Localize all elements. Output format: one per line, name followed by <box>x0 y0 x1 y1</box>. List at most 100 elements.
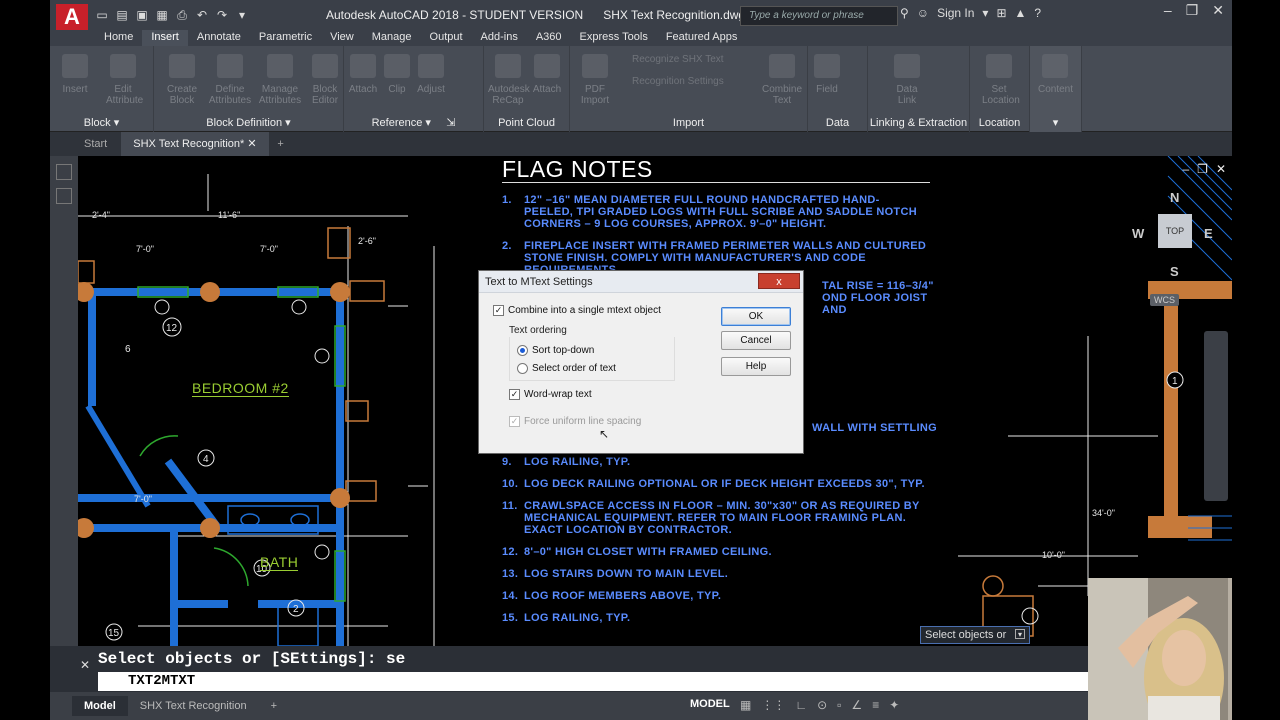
command-input[interactable]: TXT2MTXT <box>98 672 1228 691</box>
open-icon[interactable]: ▤ <box>114 7 130 23</box>
layout-tab-model[interactable]: Model <box>72 696 128 716</box>
tab-start[interactable]: Start <box>72 132 119 156</box>
close-tab-icon[interactable]: ✕ <box>247 138 256 150</box>
edit-attribute-button[interactable]: Edit Attribute <box>106 54 143 106</box>
lineweight-icon[interactable]: ≡ <box>872 698 879 712</box>
tab-output[interactable]: Output <box>421 30 472 46</box>
user-icon[interactable]: ☺ <box>917 6 929 20</box>
attach-button[interactable]: Attach <box>346 54 380 95</box>
combine-text-button[interactable]: Combine Text <box>762 54 802 106</box>
layers-palette-icon[interactable] <box>56 188 72 204</box>
ok-button[interactable]: OK <box>721 307 791 326</box>
attach-point-cloud-button[interactable]: Attach <box>530 54 564 95</box>
word-wrap-checkbox[interactable]: ✓ Word-wrap text <box>509 389 592 400</box>
autodesk-recap-button[interactable]: Autodesk ReCap <box>488 54 530 106</box>
viewport-minimize-icon[interactable]: – <box>1182 162 1189 176</box>
sign-in-link[interactable]: Sign In <box>937 6 974 20</box>
tag-15: 15 <box>108 628 120 639</box>
polar-icon[interactable]: ⊙ <box>817 698 827 712</box>
field-button[interactable]: Field <box>810 54 844 95</box>
customize-qat-icon[interactable]: ▾ <box>234 7 250 23</box>
viewcube-east[interactable]: E <box>1204 226 1213 241</box>
set-location-button[interactable]: Set Location <box>982 54 1020 106</box>
redo-icon[interactable]: ↷ <box>214 7 230 23</box>
webcam-overlay <box>1088 578 1232 720</box>
combine-checkbox[interactable]: ✓ Combine into a single mtext object <box>493 305 661 316</box>
help-icon[interactable]: ? <box>1034 6 1041 20</box>
close-window-icon[interactable]: ✕ <box>1212 2 1224 19</box>
viewcube-north[interactable]: N <box>1170 190 1179 205</box>
recognize-shx-text-button[interactable]: Recognize SHX Text <box>632 54 724 65</box>
tab-add-ins[interactable]: Add-ins <box>472 30 527 46</box>
grid-icon[interactable]: ▦ <box>740 698 751 712</box>
autocad-logo-button[interactable]: A <box>56 4 88 30</box>
data-link-button[interactable]: Data Link <box>890 54 924 106</box>
new-tab-icon[interactable]: + <box>271 132 291 156</box>
tab-insert[interactable]: Insert <box>142 30 188 46</box>
ortho-icon[interactable]: ∟ <box>795 698 807 712</box>
tab-parametric[interactable]: Parametric <box>250 30 321 46</box>
snap-icon[interactable]: ⋮⋮ <box>761 698 785 712</box>
panel-expand[interactable]: ▾ <box>1030 116 1081 129</box>
block-editor-button[interactable]: Block Editor <box>308 54 342 106</box>
properties-palette-icon[interactable] <box>56 164 72 180</box>
viewcube-west[interactable]: W <box>1132 226 1144 241</box>
panel-label-reference[interactable]: Reference ▾ ⇲ <box>344 116 483 129</box>
osnap-icon[interactable]: ▫ <box>837 698 841 712</box>
viewcube-south[interactable]: S <box>1170 264 1179 279</box>
model-space-toggle[interactable]: MODEL <box>690 698 730 710</box>
a360-icon[interactable]: ▲ <box>1015 6 1027 20</box>
viewcube[interactable]: N W E S TOP <box>1128 186 1228 286</box>
cancel-button[interactable]: Cancel <box>721 331 791 350</box>
tab-a360[interactable]: A360 <box>527 30 571 46</box>
panel-label-import: Import <box>672 117 705 129</box>
create-block-button[interactable]: Create Block <box>162 54 202 106</box>
field-icon <box>814 54 840 78</box>
viewport-restore-icon[interactable]: ❐ <box>1197 162 1208 176</box>
insert-block-button[interactable]: Insert <box>58 54 92 95</box>
panel-label-block[interactable]: Block ▾ <box>50 116 153 129</box>
navigation-bar[interactable] <box>1204 331 1228 501</box>
viewcube-top-face[interactable]: TOP <box>1158 214 1192 248</box>
select-order-radio[interactable]: Select order of text <box>517 363 616 374</box>
dim-label: 7'-0" <box>260 244 278 254</box>
recognition-settings-button[interactable]: Recognition Settings <box>632 76 724 87</box>
minimize-icon[interactable]: – <box>1164 2 1172 19</box>
dropdown-icon[interactable]: ▾ <box>982 6 988 20</box>
help-search-input[interactable]: Type a keyword or phrase <box>740 6 898 26</box>
save-icon[interactable]: ▣ <box>134 7 150 23</box>
dialog-close-button[interactable]: x <box>758 273 800 289</box>
undo-icon[interactable]: ↶ <box>194 7 210 23</box>
save-as-icon[interactable]: ▦ <box>154 7 170 23</box>
tab-featured-apps[interactable]: Featured Apps <box>657 30 747 46</box>
tab-express-tools[interactable]: Express Tools <box>571 30 657 46</box>
annotation-scale-icon[interactable]: ✦ <box>889 698 899 712</box>
new-layout-icon[interactable]: + <box>259 696 289 716</box>
tab-manage[interactable]: Manage <box>363 30 421 46</box>
viewport-close-icon[interactable]: ✕ <box>1216 162 1226 176</box>
new-icon[interactable]: ▭ <box>94 7 110 23</box>
manage-attributes-button[interactable]: Manage Attributes <box>258 54 302 106</box>
adjust-button[interactable]: Adjust <box>414 54 448 95</box>
help-button[interactable]: Help <box>721 357 791 376</box>
define-attributes-button[interactable]: Define Attributes <box>208 54 252 106</box>
clip-button[interactable]: Clip <box>380 54 414 95</box>
restore-icon[interactable]: ❐ <box>1186 2 1199 19</box>
tab-home[interactable]: Home <box>95 30 142 46</box>
tab-shx-text-recognition[interactable]: SHX Text Recognition* ✕ <box>121 132 269 156</box>
layout-tab-shx[interactable]: SHX Text Recognition <box>128 696 259 716</box>
content-button[interactable]: Content <box>1038 54 1073 95</box>
command-close-icon[interactable]: ✕ <box>80 658 90 672</box>
wcs-menu[interactable]: WCS <box>1150 294 1179 306</box>
panel-label-block-definition[interactable]: Block Definition ▾ <box>154 116 343 129</box>
force-uniform-line-spacing-checkbox[interactable]: ✓ Force uniform line spacing <box>509 416 641 427</box>
tab-view[interactable]: View <box>321 30 363 46</box>
cart-icon[interactable]: ⊞ <box>996 6 1006 20</box>
binoculars-icon[interactable]: ⚲ <box>900 6 909 20</box>
otrack-icon[interactable]: ∠ <box>851 698 862 712</box>
print-icon[interactable]: ⎙ <box>174 7 190 23</box>
sort-top-down-radio[interactable]: Sort top-down <box>517 345 594 356</box>
check-icon: ✓ <box>493 305 504 316</box>
pdf-import-button[interactable]: PDF Import <box>578 54 612 106</box>
tab-annotate[interactable]: Annotate <box>188 30 250 46</box>
